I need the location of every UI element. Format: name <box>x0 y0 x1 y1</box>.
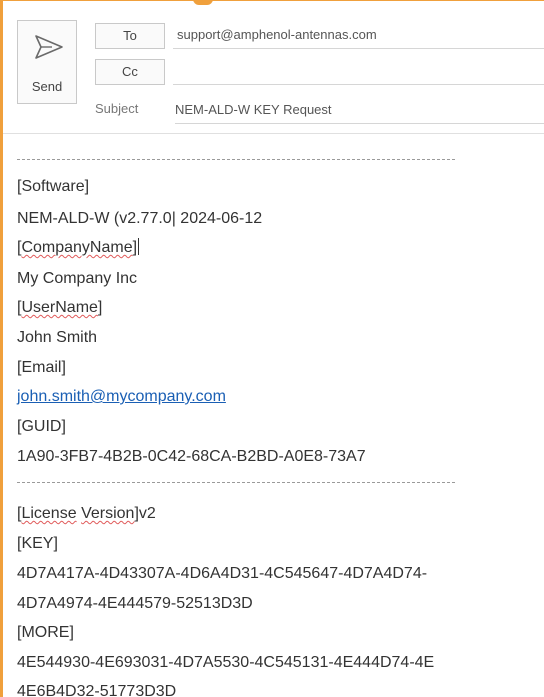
user-tag-close: ] <box>97 299 103 316</box>
email-tag: [Email] <box>17 359 66 376</box>
software-value: NEM-ALD-W (v2.77.0| 2024-06-12 <box>17 210 263 227</box>
send-button[interactable]: Send <box>17 20 77 104</box>
header-divider <box>3 133 544 134</box>
cc-field[interactable] <box>173 59 544 85</box>
key-line-1: 4D7A417A-4D43307A-4D6A4D31-4C545647-4D7A… <box>17 565 428 582</box>
company-tag: [CompanyName] <box>17 238 140 258</box>
guid-tag: [GUID] <box>17 418 66 435</box>
send-icon <box>35 35 63 59</box>
to-field[interactable]: support@amphenol-antennas.com <box>173 23 544 49</box>
send-label: Send <box>31 79 63 94</box>
company-value: My Company Inc <box>17 270 138 287</box>
license-word: License <box>21 505 77 522</box>
company-tag-word: CompanyName <box>21 239 133 256</box>
guid-value: 1A90-3FB7-4B2B-0C42-68CA-B2BD-A0E8-73A7 <box>17 448 366 465</box>
company-tag-close: ] <box>132 239 138 256</box>
software-tag: [Software] <box>17 178 90 195</box>
separator-rule <box>17 482 455 483</box>
user-tag: [UserName] <box>17 298 102 318</box>
key-tag: [KEY] <box>17 535 58 552</box>
separator-rule <box>17 159 455 160</box>
version-word: Version <box>81 505 135 522</box>
user-value: John Smith <box>17 329 98 346</box>
cc-button[interactable]: Cc <box>95 59 165 85</box>
email-link[interactable]: john.smith@mycompany.com <box>17 387 226 407</box>
subject-field[interactable]: NEM-ALD-W KEY Request <box>175 98 544 124</box>
to-button[interactable]: To <box>95 23 165 49</box>
compose-window: Send To support@amphenol-antennas.com Cc… <box>0 0 544 697</box>
license-close: ]v2 <box>134 505 156 522</box>
more-line-2: 4E6B4D32-51773D3D <box>17 683 177 697</box>
more-tag: [MORE] <box>17 624 74 641</box>
key-line-2: 4D7A4974-4E444579-52513D3D <box>17 595 253 612</box>
user-tag-word: UserName <box>21 299 98 316</box>
more-line-1: 4E544930-4E693031-4D7A5530-4C545131-4E44… <box>17 654 435 671</box>
text-caret <box>138 238 140 255</box>
license-version-line: [License Version]v2 <box>17 504 156 524</box>
subject-label: Subject <box>95 101 139 116</box>
compose-header: Send To support@amphenol-antennas.com Cc… <box>3 1 544 133</box>
